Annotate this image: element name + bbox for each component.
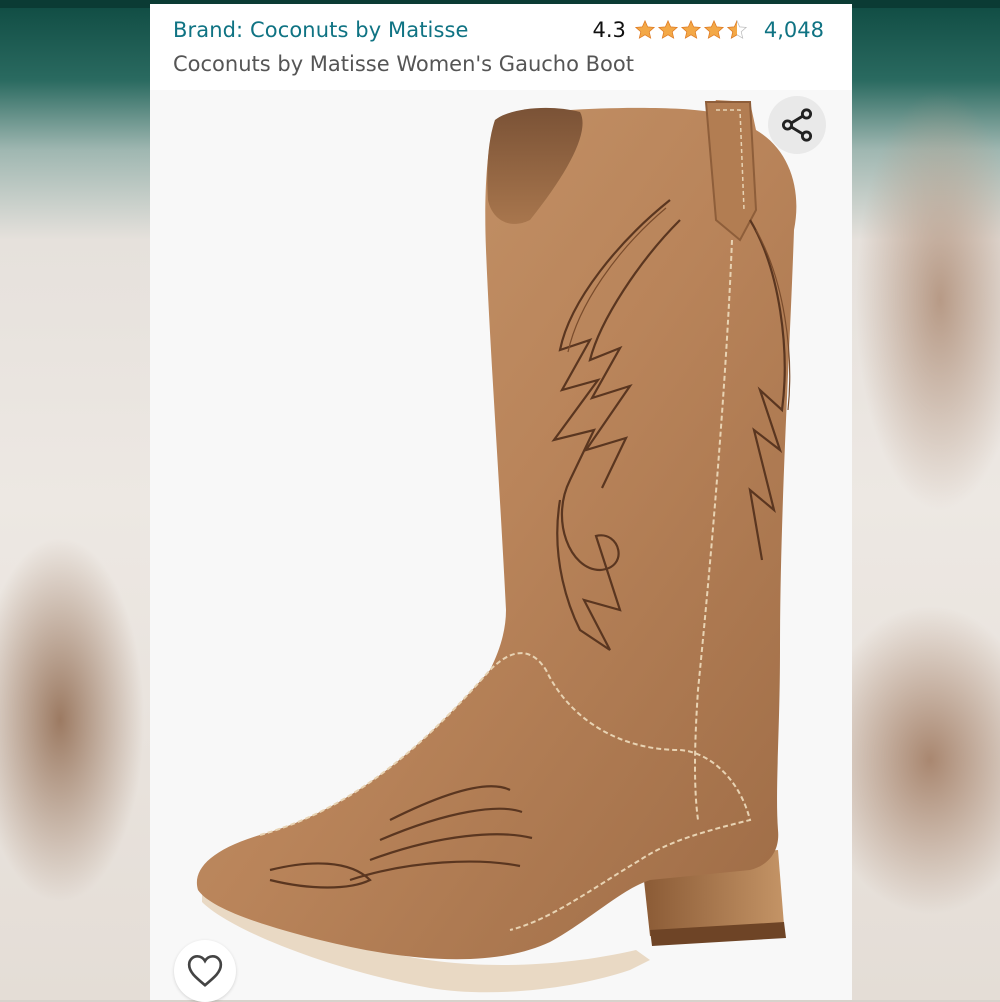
share-icon <box>781 108 813 142</box>
star-icon <box>680 19 701 39</box>
boot-illustration <box>196 100 797 993</box>
review-count-link[interactable]: 4,048 <box>764 18 824 42</box>
star-icon <box>634 19 655 39</box>
product-header: Brand: Coconuts by Matisse 4.3 4,048 Coc… <box>150 4 852 90</box>
star-rating <box>634 19 748 41</box>
brand-link[interactable]: Brand: Coconuts by Matisse <box>173 18 469 42</box>
star-icon <box>703 19 724 39</box>
heart-icon <box>187 954 223 987</box>
star-icon <box>726 19 747 39</box>
rating-summary[interactable]: 4.3 4,048 <box>592 18 824 42</box>
star-icon <box>657 19 678 39</box>
product-title: Coconuts by Matisse Women's Gaucho Boot <box>173 52 634 76</box>
share-button[interactable] <box>768 96 826 154</box>
rating-value: 4.3 <box>592 18 626 42</box>
product-image[interactable] <box>150 90 852 1000</box>
product-card: Brand: Coconuts by Matisse 4.3 4,048 Coc… <box>150 4 852 1002</box>
wishlist-button[interactable] <box>174 940 236 1002</box>
